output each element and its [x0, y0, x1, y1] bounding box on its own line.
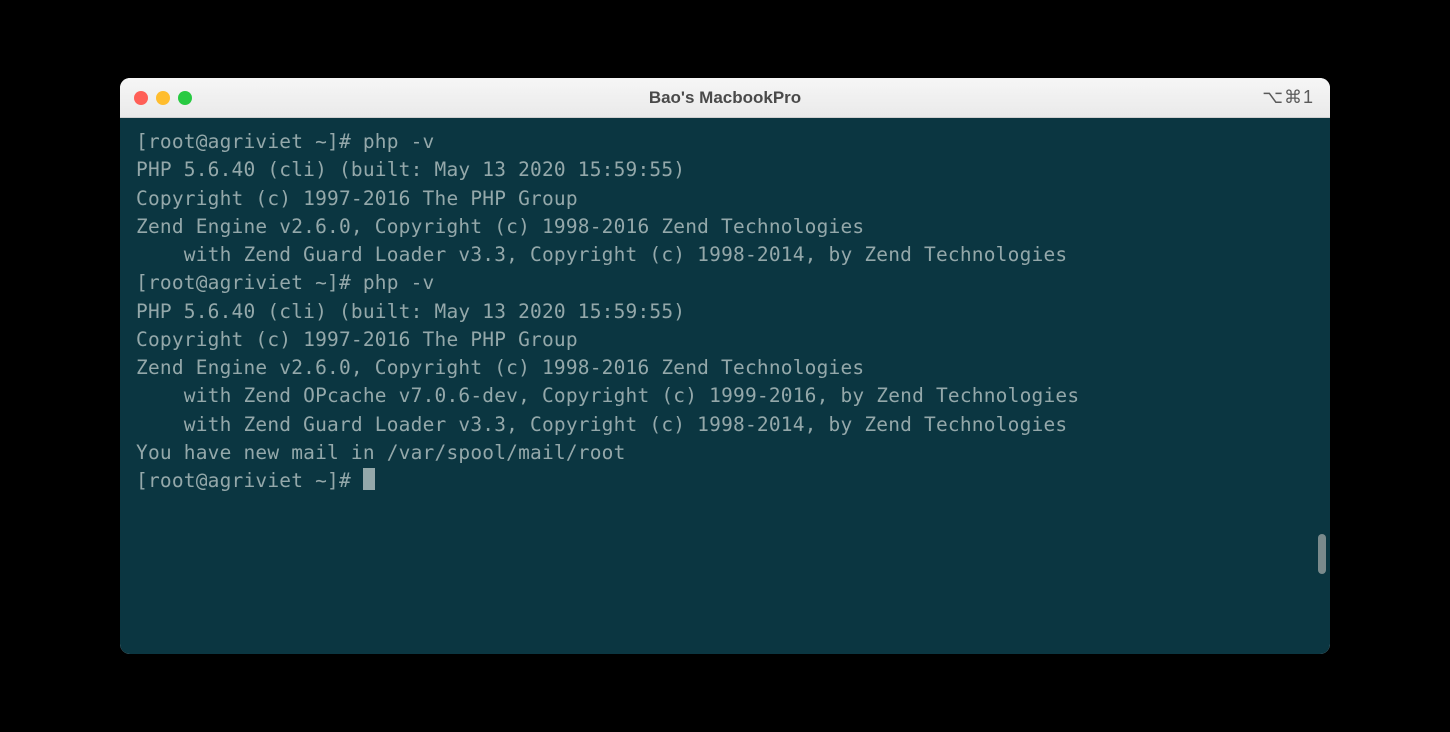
- traffic-lights: [134, 91, 192, 105]
- terminal-output-line: with Zend Guard Loader v3.3, Copyright (…: [136, 411, 1314, 439]
- terminal-cursor: [363, 468, 375, 490]
- terminal-output-line: with Zend OPcache v7.0.6-dev, Copyright …: [136, 382, 1314, 410]
- terminal-output-line: with Zend Guard Loader v3.3, Copyright (…: [136, 241, 1314, 269]
- scrollbar-thumb[interactable]: [1318, 534, 1326, 574]
- window-titlebar[interactable]: Bao's MacbookPro ⌥⌘1: [120, 78, 1330, 118]
- maximize-button[interactable]: [178, 91, 192, 105]
- terminal-output-line: [root@agriviet ~]# php -v: [136, 128, 1314, 156]
- terminal-output-line: PHP 5.6.40 (cli) (built: May 13 2020 15:…: [136, 156, 1314, 184]
- window-title: Bao's MacbookPro: [649, 88, 801, 108]
- terminal-output-line: Copyright (c) 1997-2016 The PHP Group: [136, 326, 1314, 354]
- terminal-output-line: PHP 5.6.40 (cli) (built: May 13 2020 15:…: [136, 298, 1314, 326]
- terminal-output-line: You have new mail in /var/spool/mail/roo…: [136, 439, 1314, 467]
- terminal-body[interactable]: [root@agriviet ~]# php -v PHP 5.6.40 (cl…: [120, 118, 1330, 654]
- terminal-output-line: [root@agriviet ~]# php -v: [136, 269, 1314, 297]
- terminal-window: Bao's MacbookPro ⌥⌘1 [root@agriviet ~]# …: [120, 78, 1330, 654]
- minimize-button[interactable]: [156, 91, 170, 105]
- close-button[interactable]: [134, 91, 148, 105]
- terminal-output-line: Zend Engine v2.6.0, Copyright (c) 1998-2…: [136, 213, 1314, 241]
- terminal-prompt: [root@agriviet ~]#: [136, 469, 363, 492]
- terminal-prompt-line: [root@agriviet ~]#: [136, 467, 1314, 495]
- terminal-output-line: Zend Engine v2.6.0, Copyright (c) 1998-2…: [136, 354, 1314, 382]
- terminal-output-line: Copyright (c) 1997-2016 The PHP Group: [136, 185, 1314, 213]
- shortcut-indicator: ⌥⌘1: [1262, 87, 1314, 108]
